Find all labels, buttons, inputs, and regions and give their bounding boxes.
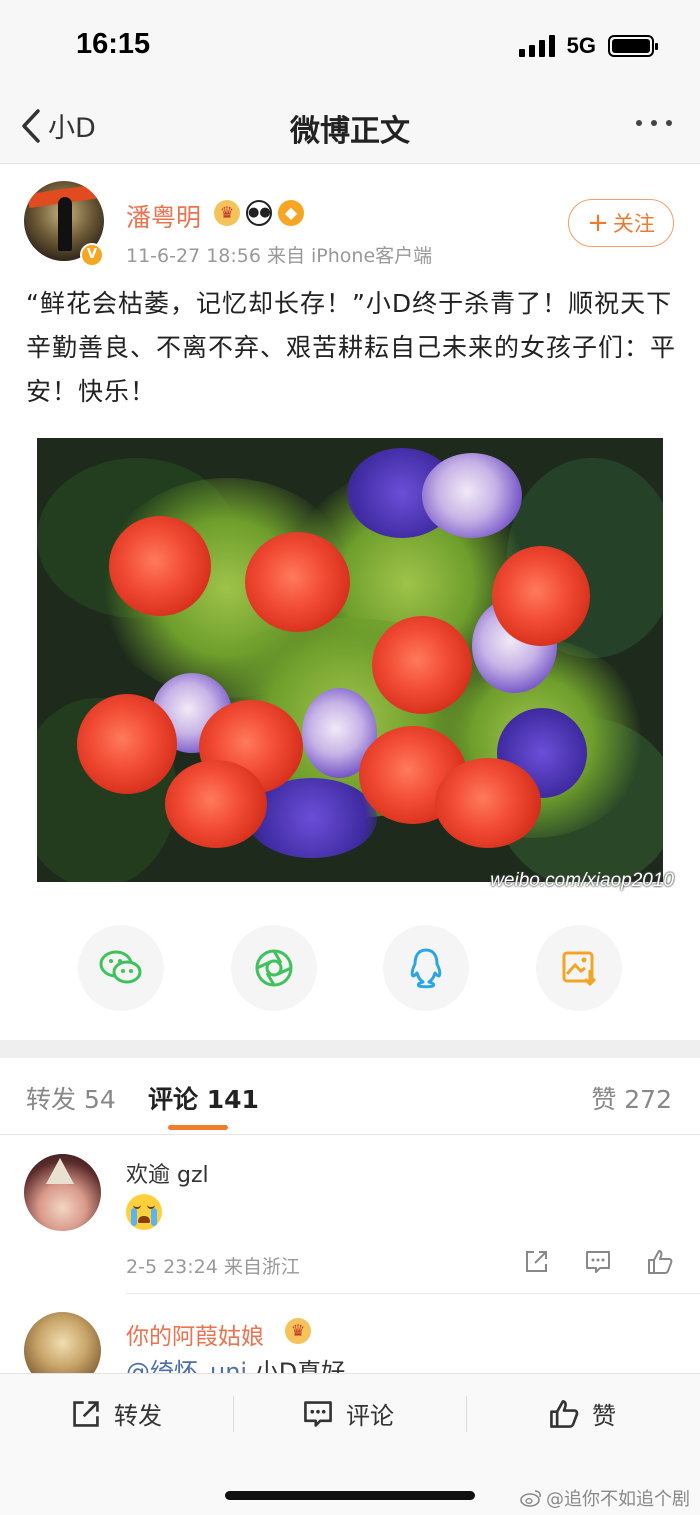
- bar-divider: [466, 1396, 467, 1432]
- like-button[interactable]: 赞: [548, 1396, 616, 1431]
- comment-actions: [522, 1248, 674, 1276]
- share-row: [78, 925, 622, 1011]
- status-bar: 16:15 5G: [0, 0, 700, 92]
- comment-author-name[interactable]: 欢逾 gzl: [126, 1157, 209, 1189]
- reply-icon[interactable]: [584, 1248, 612, 1276]
- signal-icon: [518, 35, 555, 57]
- watermark-text: @追你不如追个剧: [546, 1489, 690, 1510]
- bottom-action-bar: 转发 评论 赞 @追你不如追个剧: [0, 1373, 700, 1515]
- comment-button[interactable]: 评论: [302, 1396, 394, 1431]
- follow-button[interactable]: + 关注: [568, 199, 674, 247]
- share-wechat-button[interactable]: [78, 925, 164, 1011]
- verified-badge-icon: V: [80, 243, 104, 267]
- plus-icon: +: [587, 208, 609, 238]
- network-type: 5G: [566, 33, 596, 58]
- tab-repost[interactable]: 转发 54: [26, 1080, 116, 1116]
- status-time: 16:15: [76, 28, 151, 60]
- more-dot-icon: [666, 120, 672, 126]
- like-label: 赞: [592, 1402, 616, 1430]
- comment-divider: [126, 1293, 700, 1294]
- more-dot-icon: [636, 120, 642, 126]
- follow-label: 关注: [612, 212, 655, 236]
- more-dot-icon: [651, 120, 657, 126]
- image-watermark: weibo.com/xiaop2010: [490, 870, 674, 891]
- chevron-left-icon: [22, 108, 40, 143]
- repost-button[interactable]: 转发: [70, 1396, 162, 1431]
- thumbs-up-icon: [550, 1399, 579, 1428]
- save-image-button[interactable]: [535, 925, 622, 1011]
- comment-label: 评论: [346, 1402, 394, 1430]
- crown-badge-icon: ♛: [285, 1318, 311, 1344]
- panda-badge-icon: ●●: [246, 200, 272, 226]
- back-button[interactable]: 小D: [20, 106, 96, 145]
- post-text: “鲜花会枯萎，记忆却长存！”小D终于杀青了！顺祝天下辛勤善良、不离不弃、艰苦耕耘…: [26, 289, 677, 406]
- status-indicators: 5G: [518, 33, 658, 59]
- comment-meta: 2-5 23:24 来自浙江: [126, 1256, 300, 1278]
- home-indicator: [225, 1491, 475, 1500]
- nav-bar: 小D 微博正文: [0, 92, 700, 164]
- back-label: 小D: [48, 113, 96, 144]
- section-divider: [0, 1040, 700, 1058]
- save-image-icon: [562, 951, 597, 987]
- comment-author-name[interactable]: 你的阿葭姑娘: [126, 1317, 264, 1351]
- like-comment-icon[interactable]: [646, 1248, 674, 1276]
- active-tab-indicator: [168, 1125, 228, 1130]
- crying-emoji-icon: [126, 1194, 162, 1230]
- share-moments-button[interactable]: [230, 925, 317, 1011]
- user-badges: ♛ ●● ◆: [214, 200, 304, 226]
- share-comment-icon[interactable]: [522, 1248, 550, 1276]
- share-qq-button[interactable]: [383, 925, 470, 1011]
- fish-badge-icon: ◆: [278, 200, 304, 226]
- comment-icon: [304, 1400, 332, 1427]
- tab-divider: [0, 1134, 700, 1135]
- crown-badge-icon: ♛: [214, 200, 240, 226]
- more-menu-button[interactable]: [632, 112, 676, 134]
- weibo-logo-icon: [520, 1490, 541, 1507]
- moments-icon: [255, 949, 293, 987]
- battery-icon: [608, 35, 658, 57]
- tab-likes[interactable]: 赞 272: [591, 1080, 672, 1116]
- weibo-watermark: @追你不如追个剧: [520, 1485, 690, 1511]
- post-image[interactable]: [37, 438, 663, 882]
- comment-avatar[interactable]: [24, 1154, 101, 1231]
- tab-comments[interactable]: 评论 141: [148, 1080, 259, 1116]
- repost-icon: [73, 1400, 99, 1427]
- qq-icon: [411, 948, 442, 989]
- bar-divider: [233, 1396, 234, 1432]
- author-name[interactable]: 潘粤明: [126, 198, 201, 234]
- page-title: 微博正文: [290, 114, 410, 149]
- repost-label: 转发: [114, 1402, 162, 1430]
- post-meta: 11-6-27 18:56 来自 iPhone客户端: [126, 245, 433, 267]
- wechat-icon: [99, 950, 142, 984]
